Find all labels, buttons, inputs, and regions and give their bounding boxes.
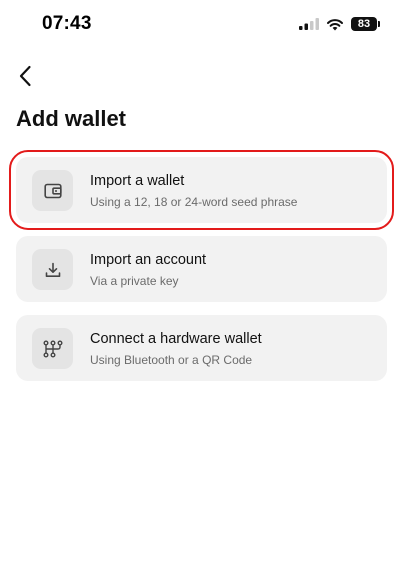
status-icons: 83: [299, 15, 380, 33]
connect-hardware-wallet-option[interactable]: Connect a hardware wallet Using Bluetoot…: [16, 315, 387, 381]
wifi-icon: [327, 18, 343, 30]
signal-icon: [299, 18, 319, 30]
option-subtitle: Using a 12, 18 or 24-word seed phrase: [90, 195, 298, 209]
option-icon-box: [32, 170, 73, 211]
battery-icon: 83: [351, 17, 380, 31]
status-bar: 07:43 83: [0, 0, 403, 50]
back-button[interactable]: [10, 60, 40, 92]
hardware-wallet-icon: [43, 340, 62, 357]
page-title: Add wallet: [16, 106, 127, 131]
chevron-left-icon: [19, 65, 31, 87]
wallet-icon: [43, 183, 62, 198]
option-icon-box: [32, 249, 73, 290]
import-account-option[interactable]: Import an account Via a private key: [16, 236, 387, 302]
import-wallet-option[interactable]: Import a wallet Using a 12, 18 or 24-wor…: [9, 150, 394, 230]
option-title: Connect a hardware wallet: [90, 331, 262, 347]
download-icon: [45, 262, 60, 277]
status-time: 07:43: [42, 13, 92, 34]
battery-level: 83: [357, 18, 371, 30]
option-icon-box: [32, 328, 73, 369]
option-subtitle: Using Bluetooth or a QR Code: [90, 353, 253, 367]
option-title: Import an account: [90, 252, 207, 268]
options-list: Import a wallet Using a 12, 18 or 24-wor…: [9, 150, 394, 394]
option-title: Import a wallet: [90, 173, 185, 189]
option-subtitle: Via a private key: [90, 274, 179, 288]
